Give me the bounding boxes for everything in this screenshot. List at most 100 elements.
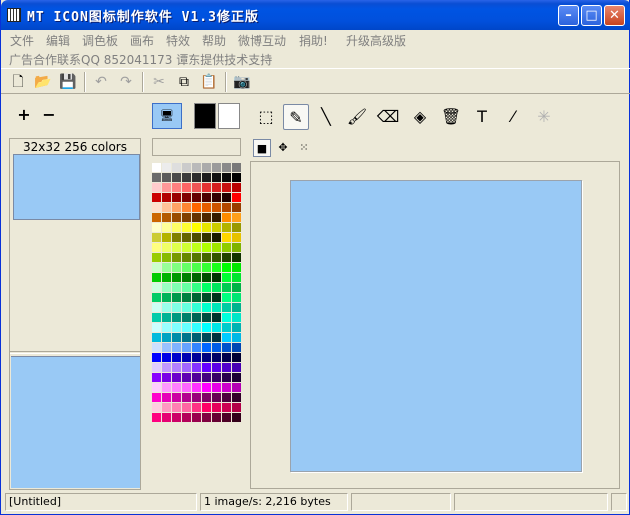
palette-swatch[interactable] (152, 393, 161, 402)
palette-swatch[interactable] (172, 383, 181, 392)
palette-swatch[interactable] (152, 353, 161, 362)
palette-swatch[interactable] (222, 193, 231, 202)
palette-swatch[interactable] (192, 263, 201, 272)
palette-swatch[interactable] (192, 313, 201, 322)
menu-donate[interactable]: 捐助! (299, 32, 328, 49)
palette-swatch[interactable] (172, 353, 181, 362)
line-tool-icon[interactable]: ╲ (313, 104, 339, 130)
palette-swatch[interactable] (202, 173, 211, 182)
palette-swatch[interactable] (202, 243, 211, 252)
menu-palette[interactable]: 调色板 (82, 32, 118, 49)
palette-swatch[interactable] (162, 383, 171, 392)
palette-swatch[interactable] (212, 243, 221, 252)
palette-swatch[interactable] (182, 223, 191, 232)
brush-size-2-icon[interactable]: ✥ (274, 139, 292, 157)
palette-swatch[interactable] (212, 393, 221, 402)
palette-swatch[interactable] (192, 193, 201, 202)
palette-swatch[interactable] (162, 313, 171, 322)
menu-help[interactable]: 帮助 (202, 32, 226, 49)
palette-swatch[interactable] (192, 233, 201, 242)
palette-swatch[interactable] (162, 333, 171, 342)
palette-swatch[interactable] (182, 413, 191, 422)
palette-swatch[interactable] (202, 363, 211, 372)
palette-swatch[interactable] (222, 403, 231, 412)
palette-swatch[interactable] (192, 303, 201, 312)
palette-swatch[interactable] (192, 343, 201, 352)
selection-tool-icon[interactable]: ⬚ (253, 104, 279, 130)
palette-swatch[interactable] (182, 233, 191, 242)
palette-swatch[interactable] (172, 223, 181, 232)
palette-swatch[interactable] (222, 373, 231, 382)
palette-swatch[interactable] (202, 353, 211, 362)
palette-swatch[interactable] (222, 413, 231, 422)
palette-swatch[interactable] (232, 283, 241, 292)
palette-swatch[interactable] (202, 213, 211, 222)
palette-swatch[interactable] (162, 273, 171, 282)
brush-size-3-icon[interactable]: ⁙ (295, 139, 313, 157)
palette-swatch[interactable] (192, 273, 201, 282)
palette-swatch[interactable] (152, 263, 161, 272)
palette-swatch[interactable] (222, 333, 231, 342)
palette-swatch[interactable] (172, 233, 181, 242)
palette-swatch[interactable] (192, 373, 201, 382)
palette-swatch[interactable] (222, 183, 231, 192)
palette-swatch[interactable] (182, 363, 191, 372)
palette-swatch[interactable] (152, 343, 161, 352)
palette-swatch[interactable] (172, 283, 181, 292)
palette-swatch[interactable] (202, 283, 211, 292)
palette-swatch[interactable] (232, 263, 241, 272)
palette-swatch[interactable] (172, 213, 181, 222)
open-folder-icon[interactable]: 📂 (34, 73, 52, 91)
palette-swatch[interactable] (162, 193, 171, 202)
palette-swatch[interactable] (232, 233, 241, 242)
palette-swatch[interactable] (162, 173, 171, 182)
palette-swatch[interactable] (192, 333, 201, 342)
palette-swatch[interactable] (232, 203, 241, 212)
palette-swatch[interactable] (162, 283, 171, 292)
palette-swatch[interactable] (162, 233, 171, 242)
eraser-tool-icon[interactable]: ⌫ (375, 104, 401, 130)
foreground-color-swatch[interactable] (194, 103, 216, 129)
palette-swatch[interactable] (212, 303, 221, 312)
palette-swatch[interactable] (202, 253, 211, 262)
palette-swatch[interactable] (202, 193, 211, 202)
palette-swatch[interactable] (232, 303, 241, 312)
bucket-tool-icon[interactable]: 🗑 (438, 104, 464, 130)
palette-swatch[interactable] (172, 363, 181, 372)
palette-swatch[interactable] (172, 303, 181, 312)
palette-swatch[interactable] (182, 333, 191, 342)
palette-swatch[interactable] (192, 283, 201, 292)
fill-tool-icon[interactable]: ◈ (407, 104, 433, 130)
palette-swatch[interactable] (162, 183, 171, 192)
palette-swatch[interactable] (182, 343, 191, 352)
palette-swatch[interactable] (222, 323, 231, 332)
palette-swatch[interactable] (152, 323, 161, 332)
eyedropper-tool-icon[interactable]: ⁄ (500, 104, 526, 130)
palette-swatch[interactable] (172, 163, 181, 172)
palette-swatch[interactable] (162, 223, 171, 232)
add-image-button[interactable]: + (16, 107, 32, 123)
title-bar[interactable]: MT ICON图标制作软件 V1.3修正版 – □ ✕ (1, 0, 630, 30)
palette-swatch[interactable] (232, 393, 241, 402)
palette-swatch[interactable] (182, 393, 191, 402)
brush-tool-icon[interactable]: 🖌 (344, 104, 370, 130)
palette-swatch[interactable] (212, 363, 221, 372)
palette-swatch[interactable] (172, 273, 181, 282)
palette-swatch[interactable] (182, 283, 191, 292)
palette-swatch[interactable] (202, 373, 211, 382)
palette-swatch[interactable] (212, 373, 221, 382)
palette-swatch[interactable] (192, 183, 201, 192)
palette-swatch[interactable] (202, 383, 211, 392)
palette-swatch[interactable] (232, 373, 241, 382)
menu-edit[interactable]: 编辑 (46, 32, 70, 49)
icon-thumbnail[interactable] (13, 154, 140, 220)
menu-weibo[interactable]: 微博互动 (238, 32, 286, 49)
palette-swatch[interactable] (152, 183, 161, 192)
palette-swatch[interactable] (212, 253, 221, 262)
palette-swatch[interactable] (182, 183, 191, 192)
palette-swatch[interactable] (212, 163, 221, 172)
palette-swatch[interactable] (222, 263, 231, 272)
palette-swatch[interactable] (192, 293, 201, 302)
palette-swatch[interactable] (172, 313, 181, 322)
copy-icon[interactable]: ⧉ (175, 73, 193, 91)
